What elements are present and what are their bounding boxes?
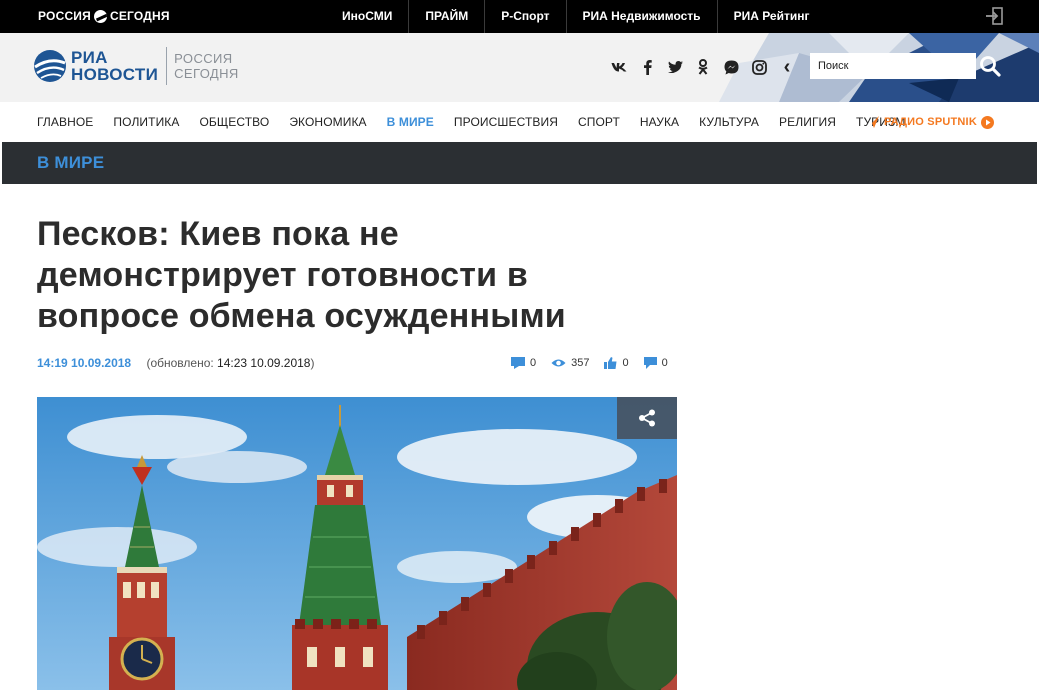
nav-item[interactable]: ПОЛИТИКА [103,102,189,142]
rs-words: РОССИЯ СЕГОДНЯ [174,51,239,81]
article-headline: Песков: Киев пока не демонстрирует готов… [37,214,637,337]
logo-word-rossiya-sub: РОССИЯ [174,51,233,66]
comments-count: 0 [530,357,537,369]
nav-item[interactable]: ГЛАВНОЕ [27,102,103,142]
publish-time[interactable]: 14:19 [37,356,68,370]
updated-prefix: (обновлено: [146,356,218,370]
headline-line: вопросе обмена осужденными [37,297,566,335]
partner-link[interactable]: РИА Недвижимость [567,0,718,33]
kremlin-scene [37,397,677,690]
comments-counter[interactable]: 0 [511,354,536,372]
sputnik-plane-icon [867,116,879,128]
nav-item[interactable]: КУЛЬТУРА [689,102,769,142]
partner-link[interactable]: Р-Спорт [485,0,567,33]
nav-item[interactable]: ОБЩЕСТВО [190,102,280,142]
logo-divider [166,47,168,85]
partner-link[interactable]: ИноСМИ [326,0,410,33]
headline-line: демонстрирует готовности в [37,256,528,294]
logo-word-segodnya: СЕГОДНЯ [109,9,170,23]
search-icon[interactable] [978,53,1002,79]
play-icon[interactable] [980,115,994,129]
rossiya-segodnya-logo[interactable]: РОССИЯ СЕГОДНЯ [38,9,170,23]
instagram-icon[interactable] [745,56,773,78]
radio-sputnik-link[interactable]: РАДИО SPUTNIK [866,102,994,142]
vk-icon[interactable] [605,56,633,78]
section-title[interactable]: В МИРЕ [37,142,104,184]
publish-date[interactable]: 10.09.2018 [71,356,131,370]
logo-word-rossiya: РОССИЯ [38,9,91,23]
likes-counter[interactable]: 0 [604,354,629,372]
partner-link[interactable]: ПРАЙМ [409,0,486,33]
comment-icon [511,357,525,369]
likes-count: 0 [622,357,629,369]
partner-links: ИноСМИ ПРАЙМ Р-Спорт РИА Недвижимость РИА Ре… [326,0,825,33]
logo-ball-icon [93,9,107,23]
dislikes-count: 0 [661,357,668,369]
nav-item[interactable]: РЕЛИГИЯ [769,102,846,142]
chevron-left-icon[interactable]: ‹ [773,56,801,78]
nav-item[interactable]: НАУКА [630,102,689,142]
flag-icon [643,357,657,369]
ria-novosti-logo[interactable]: РИА НОВОСТИ РОССИЯ СЕГОДНЯ [33,47,239,85]
views-counter: 357 [551,354,589,372]
share-icon [639,409,655,427]
nav-item[interactable]: СПОРТ [568,102,630,142]
article-counters: 0 357 0 0 [511,354,683,372]
social-links: ‹ [605,56,801,78]
partner-link[interactable]: РИА Рейтинг [718,0,826,33]
ria-globe-icon [34,50,66,82]
top-bar: РОССИЯ СЕГОДНЯ ИноСМИ ПРАЙМ Р-Спорт РИА Нед… [0,0,1039,33]
logo-word-segodnya-sub: СЕГОДНЯ [174,66,239,81]
article-meta: 14:19 10.09.2018 (обновлено: 14:23 10.09… [37,354,314,372]
facebook-icon[interactable] [633,56,661,78]
updated-info: (обновлено: 14:23 10.09.2018) [146,356,314,370]
site-header: РИА НОВОСТИ РОССИЯ СЕГОДНЯ ‹ [0,33,1039,102]
search-input[interactable] [810,53,976,79]
updated-suffix: ) [310,356,315,370]
eye-icon [551,359,566,367]
twitter-icon[interactable] [661,56,689,78]
updated-value: 14:23 10.09.2018 [217,356,311,370]
odnoklassniki-icon[interactable] [689,56,717,78]
logo-word-ria: РИА [71,48,108,67]
section-nav: ГЛАВНОЕ ПОЛИТИКА ОБЩЕСТВО ЭКОНОМИКА В МИРЕ ПР… [0,102,1039,142]
views-count: 357 [571,357,590,369]
login-icon[interactable] [984,7,1004,25]
kremlin-photo[interactable] [37,397,677,690]
radio-sputnik-label: РАДИО SPUTNIK [884,116,977,128]
ria-words: РИА НОВОСТИ [71,49,158,83]
nav-item[interactable]: В МИРЕ [377,102,444,142]
headline-line: Песков: Киев пока не [37,215,399,253]
nav-items: ГЛАВНОЕ ПОЛИТИКА ОБЩЕСТВО ЭКОНОМИКА В МИРЕ ПР… [27,102,915,142]
logo-word-novosti: НОВОСТИ [71,65,159,84]
nav-item[interactable]: ПРОИСШЕСТВИЯ [444,102,568,142]
share-button[interactable] [617,397,677,439]
section-band: В МИРЕ [2,142,1037,184]
dislikes-counter[interactable]: 0 [643,354,668,372]
nav-item[interactable]: ЭКОНОМИКА [279,102,376,142]
thumb-up-icon [604,357,617,369]
messenger-icon[interactable] [717,56,745,78]
